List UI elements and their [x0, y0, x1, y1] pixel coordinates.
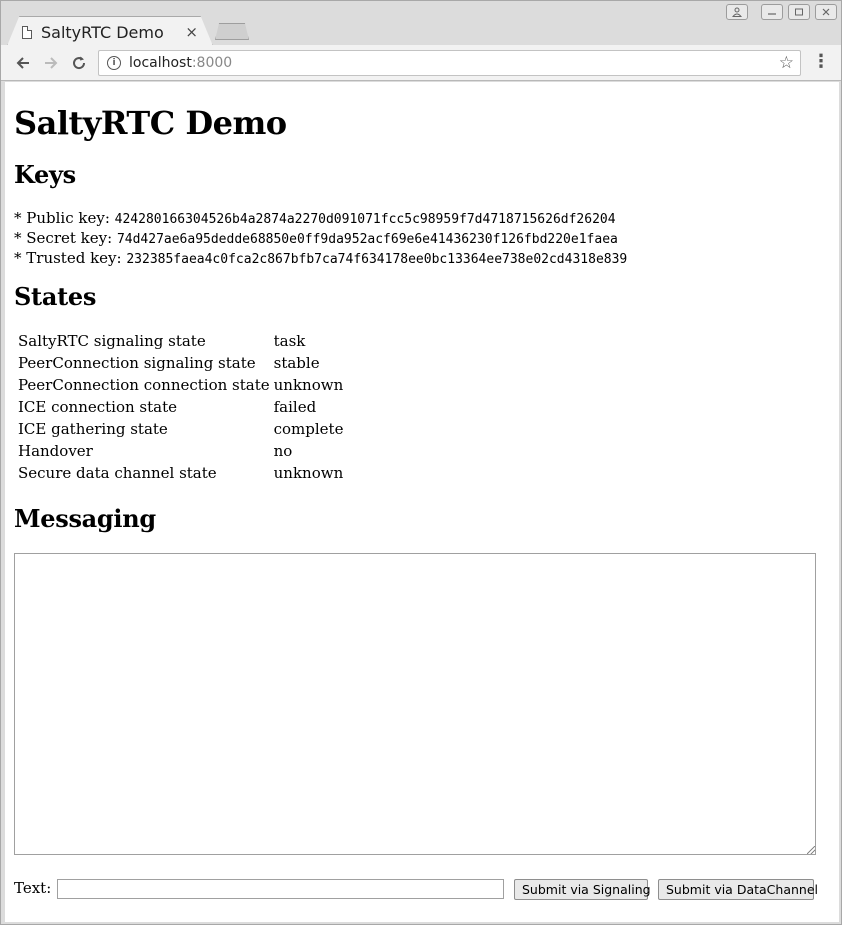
- state-value: failed: [273, 398, 317, 416]
- info-icon[interactable]: i: [107, 56, 121, 70]
- page-content: SaltyRTC Demo Keys * Public key: 4242801…: [5, 82, 839, 922]
- page-title: SaltyRTC Demo: [14, 104, 287, 142]
- trusted-key-value: 232385faea4c0fca2c867bfb7ca74f634178ee0b…: [126, 252, 628, 267]
- state-label: SaltyRTC signaling state: [18, 332, 206, 350]
- state-label: ICE connection state: [18, 398, 178, 416]
- keys-list: * Public key: 424280166304526b4a2874a227…: [14, 209, 627, 269]
- star-icon[interactable]: ☆: [779, 53, 794, 73]
- state-label: ICE gathering state: [18, 420, 168, 438]
- table-row: SaltyRTC signaling state task: [17, 331, 344, 351]
- keys-heading: Keys: [14, 160, 76, 189]
- secret-key-value: 74d427ae6a95dedde68850e0ff9da952acf69e6e…: [116, 232, 618, 247]
- trusted-key-line: * Trusted key: 232385faea4c0fca2c867bfb7…: [14, 249, 627, 269]
- public-key-label: * Public key:: [14, 209, 115, 227]
- table-row: ICE connection state failed: [17, 397, 344, 417]
- text-label: Text:: [14, 879, 52, 897]
- send-row: Text: Submit via Signaling Submit via Da…: [14, 878, 824, 902]
- state-label: PeerConnection connection state: [18, 376, 270, 394]
- public-key-value: 424280166304526b4a2874a2270d091071fcc5c9…: [114, 212, 616, 227]
- state-label: PeerConnection signaling state: [18, 354, 256, 372]
- forward-button[interactable]: [39, 51, 63, 75]
- secret-key-label: * Secret key:: [14, 229, 117, 247]
- table-row: ICE gathering state complete: [17, 419, 344, 439]
- url-port: :8000: [191, 55, 233, 71]
- table-row: Secure data channel state unknown: [17, 463, 344, 483]
- tab-title: SaltyRTC Demo: [41, 22, 164, 42]
- new-tab-button[interactable]: [215, 23, 249, 40]
- state-value: no: [273, 442, 293, 460]
- close-window-icon[interactable]: [815, 4, 837, 20]
- tab-strip: SaltyRTC Demo ×: [1, 1, 841, 46]
- address-bar[interactable]: i localhost:8000 ☆: [98, 50, 801, 76]
- state-value: stable: [273, 354, 320, 372]
- messages-textarea[interactable]: [14, 553, 816, 855]
- arrow-left-icon: [16, 57, 29, 69]
- page-icon: [22, 25, 32, 39]
- text-input[interactable]: [57, 879, 504, 899]
- messaging-heading: Messaging: [14, 504, 156, 533]
- state-label: Handover: [18, 442, 93, 460]
- textarea-resize-handle[interactable]: [807, 846, 815, 854]
- states-heading: States: [14, 282, 97, 311]
- submit-via-signaling-button[interactable]: Submit via Signaling: [514, 879, 651, 900]
- table-row: PeerConnection connection state unknown: [17, 375, 344, 395]
- kebab-menu-icon[interactable]: ⋮: [811, 51, 831, 75]
- browser-toolbar: i localhost:8000 ☆ ⋮: [1, 45, 841, 81]
- state-value: unknown: [273, 376, 344, 394]
- window-controls: [726, 4, 837, 20]
- states-table: SaltyRTC signaling state task PeerConnect…: [15, 329, 346, 485]
- reload-button[interactable]: [67, 51, 91, 75]
- profile-icon[interactable]: [726, 4, 748, 20]
- state-value: task: [273, 332, 306, 350]
- state-label: Secure data channel state: [18, 464, 217, 482]
- submit-via-datachannel-button[interactable]: Submit via DataChannel: [658, 879, 818, 900]
- table-row: Handover no: [17, 441, 344, 461]
- browser-window: SaltyRTC Demo × i localhost:8000 ☆ ⋮ Sa…: [0, 0, 842, 925]
- table-row: PeerConnection signaling state stable: [17, 353, 344, 373]
- tab-close-icon[interactable]: ×: [185, 23, 198, 41]
- minimize-icon[interactable]: [761, 4, 783, 20]
- public-key-line: * Public key: 424280166304526b4a2874a227…: [14, 209, 627, 229]
- reload-icon: [73, 56, 86, 70]
- tab-saltyrtc-demo[interactable]: SaltyRTC Demo ×: [7, 16, 213, 46]
- state-value: unknown: [273, 464, 344, 482]
- secret-key-line: * Secret key: 74d427ae6a95dedde68850e0ff…: [14, 229, 627, 249]
- trusted-key-label: * Trusted key:: [14, 249, 127, 267]
- maximize-icon[interactable]: [788, 4, 810, 20]
- back-button[interactable]: [11, 51, 35, 75]
- url-host: localhost: [129, 55, 192, 71]
- state-value: complete: [273, 420, 344, 438]
- arrow-right-icon: [45, 57, 58, 69]
